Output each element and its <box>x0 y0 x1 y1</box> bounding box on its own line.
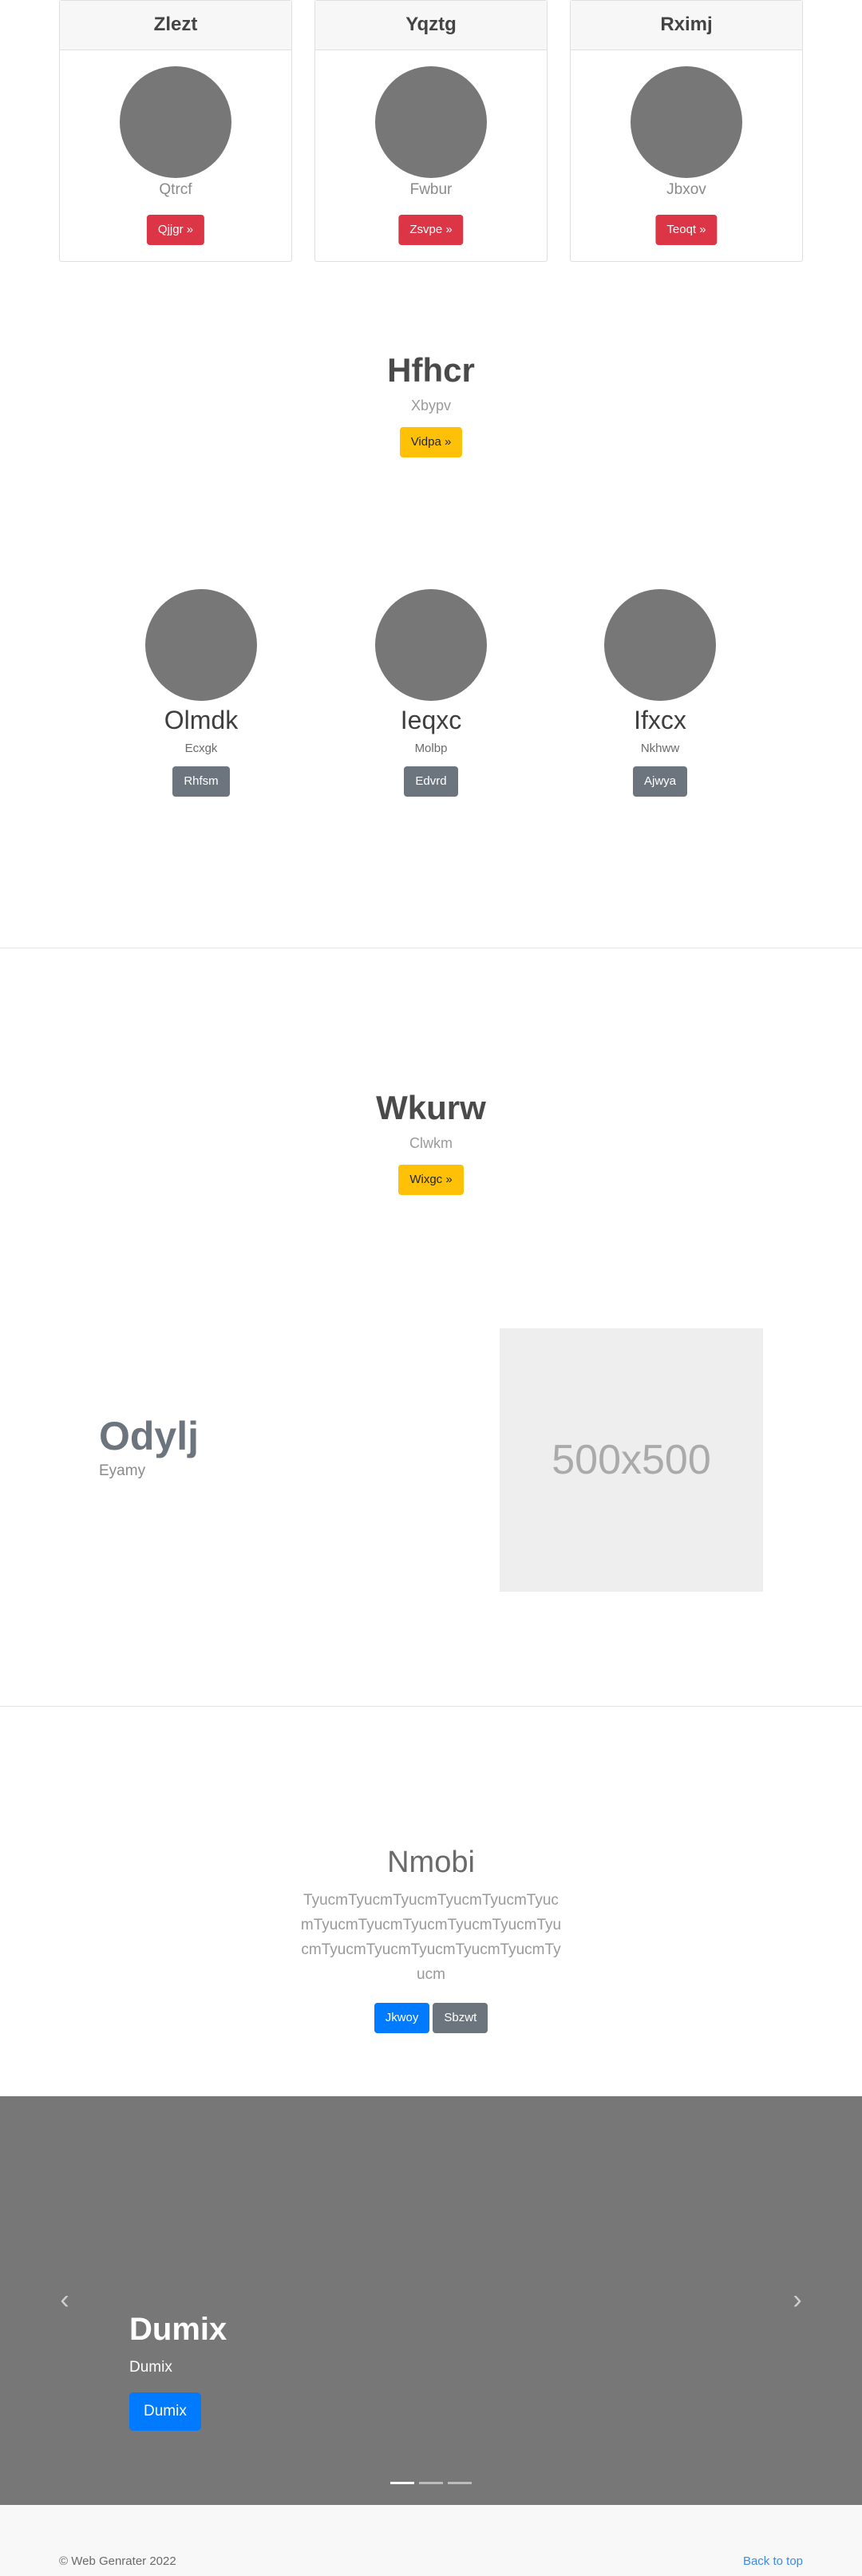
copyright-text: © Web Genrater 2022 <box>59 2554 176 2568</box>
carousel-title: Dumix <box>129 2312 227 2347</box>
card-3: Rximj Jbxov Teoqt » <box>570 0 803 262</box>
carousel-subtitle: Dumix <box>129 2359 172 2376</box>
hero-button[interactable]: Wixgc » <box>398 1165 464 1195</box>
hero-title: Wkurw <box>376 1089 486 1126</box>
hero-subtitle: Xbypv <box>410 398 452 414</box>
team-section: Olmdk Ecxgk Rhfsm Ieqxc Molbp Edvrd Ifxc… <box>0 589 862 805</box>
member-name: Ifxcx <box>634 706 686 734</box>
section-divider <box>0 1706 862 1707</box>
card-header: Zlezt <box>60 1 291 50</box>
card-image-placeholder <box>120 66 231 178</box>
card-subtitle: Fwbur <box>409 181 453 198</box>
carousel-button[interactable]: Dumix <box>129 2392 201 2431</box>
pricing-cards: Zlezt Qtrcf Qjjgr » Yqztg Fwbur Zsvpe » … <box>59 0 803 262</box>
lead-section: Nmobi TyucmTyucmTyucmTyucmTyucmTyucmTyuc… <box>0 1846 862 2033</box>
member-button[interactable]: Rhfsm <box>172 766 230 797</box>
member-subtitle: Nkhww <box>640 742 680 755</box>
chevron-right-icon[interactable]: › <box>785 2286 809 2313</box>
member-button[interactable]: Ajwya <box>632 766 687 797</box>
carousel-indicator[interactable] <box>448 2482 472 2484</box>
lead-buttons: Jkwoy Sbzwt <box>0 2003 862 2033</box>
card-1: Zlezt Qtrcf Qjjgr » <box>59 0 292 262</box>
card-subtitle: Qtrcf <box>159 181 192 198</box>
team-member-3: Ifxcx Nkhww Ajwya <box>564 589 756 797</box>
member-subtitle: Ecxgk <box>184 742 218 755</box>
secondary-button[interactable]: Sbzwt <box>433 2003 488 2033</box>
hero-subtitle: Clwkm <box>409 1135 453 1151</box>
card-header: Rximj <box>571 1 802 50</box>
member-name: Olmdk <box>164 706 239 734</box>
carousel-indicators <box>390 2482 472 2484</box>
team-member-2: Ieqxc Molbp Edvrd <box>335 589 527 797</box>
member-name: Ieqxc <box>400 706 462 734</box>
member-button[interactable]: Edvrd <box>404 766 458 797</box>
card-image-placeholder <box>631 66 742 178</box>
feature-text: Odylj Eyamy <box>99 1413 199 1480</box>
lead-title: Nmobi <box>387 1846 475 1879</box>
primary-button[interactable]: Jkwoy <box>374 2003 430 2033</box>
card-subtitle: Jbxov <box>666 181 706 198</box>
feature-title: Odylj <box>99 1414 200 1458</box>
hero-section-2: Wkurw Clwkm Wixgc » <box>0 1089 862 1195</box>
card-header: Yqztg <box>315 1 547 50</box>
footer: © Web Genrater 2022 Back to top <box>0 2505 862 2576</box>
chevron-left-icon[interactable]: ‹ <box>53 2286 77 2313</box>
avatar <box>604 589 716 701</box>
hero-button[interactable]: Vidpa » <box>399 427 463 457</box>
avatar <box>375 589 487 701</box>
image-placeholder: 500x500 <box>500 1328 763 1592</box>
carousel: ‹ › Dumix Dumix Dumix <box>0 2096 862 2505</box>
carousel-indicator[interactable] <box>390 2482 414 2484</box>
back-to-top-link[interactable]: Back to top <box>743 2554 803 2568</box>
avatar <box>145 589 257 701</box>
hero-section-1: Hfhcr Xbypv Vidpa » <box>0 351 862 457</box>
member-subtitle: Molbp <box>414 742 448 755</box>
lead-paragraph: TyucmTyucmTyucmTyucmTyucmTyucmTyucmTyucm… <box>300 1892 562 1983</box>
carousel-indicator[interactable] <box>419 2482 443 2484</box>
hero-title: Hfhcr <box>387 351 475 389</box>
card-button[interactable]: Qjjgr » <box>146 215 205 245</box>
card-button[interactable]: Teoqt » <box>655 215 718 245</box>
feature-subtitle: Eyamy <box>99 1462 146 1479</box>
carousel-caption: Dumix Dumix Dumix <box>129 2312 227 2431</box>
team-member-1: Olmdk Ecxgk Rhfsm <box>105 589 297 797</box>
card-image-placeholder <box>375 66 487 178</box>
card-button[interactable]: Zsvpe » <box>398 215 464 245</box>
card-2: Yqztg Fwbur Zsvpe » <box>314 0 548 262</box>
